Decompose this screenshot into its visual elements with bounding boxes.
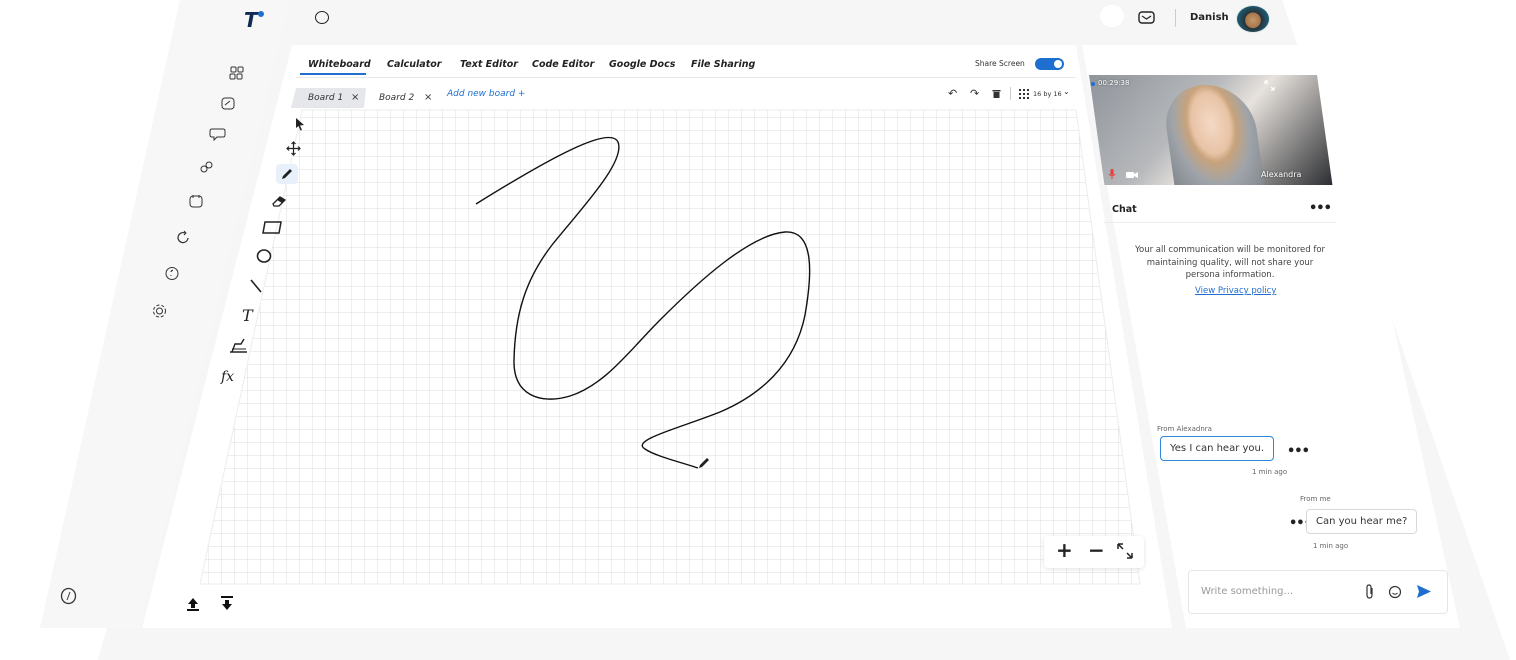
logout-icon[interactable] [59, 587, 78, 605]
board-label: Board 2 [379, 93, 415, 103]
message-time: 1 min ago [1313, 542, 1349, 550]
tab-label: Calculator [387, 59, 442, 70]
message-time: 1 min ago [1252, 468, 1288, 476]
app-logo[interactable]: T [244, 8, 264, 32]
user-name[interactable]: Danish [1190, 12, 1229, 23]
help-icon[interactable] [164, 266, 180, 281]
move-icon[interactable] [286, 141, 301, 156]
logo-letter: T [244, 8, 258, 32]
attachment-icon[interactable] [1365, 584, 1375, 599]
pen-cursor-icon [699, 458, 709, 468]
message-sender: From me [1300, 495, 1331, 503]
zoom-out-button[interactable]: − [1088, 538, 1105, 562]
share-screen-toggle[interactable] [1035, 58, 1064, 70]
expand-icon[interactable] [1264, 80, 1275, 91]
toggle-knob [1054, 60, 1062, 68]
tab-label: Code Editor [532, 59, 595, 70]
settings-icon[interactable] [151, 303, 168, 319]
message-bubble: Can you hear me? [1306, 509, 1418, 534]
video-panel[interactable] [1089, 75, 1333, 185]
message-sender: From Alexadnra [1157, 425, 1212, 433]
board-label: Board 1 [308, 93, 344, 103]
chat-title: Chat [1112, 204, 1137, 215]
fit-screen-icon[interactable] [1117, 543, 1133, 559]
close-icon[interactable]: × [424, 92, 432, 103]
graph-icon[interactable] [229, 338, 249, 354]
mail-icon[interactable] [1138, 11, 1155, 24]
eraser-icon[interactable] [271, 194, 288, 208]
share-screen-label: Share Screen [975, 59, 1025, 68]
trash-icon[interactable] [992, 89, 1001, 99]
tab-label: Whiteboard [308, 59, 371, 70]
download-icon[interactable] [220, 595, 234, 611]
line-icon[interactable] [249, 278, 263, 294]
tab-label: File Sharing [691, 59, 756, 70]
zoom-in-button[interactable]: + [1056, 538, 1073, 562]
text-icon[interactable]: T [242, 306, 253, 325]
camera-icon[interactable] [1126, 171, 1138, 179]
privacy-policy-link[interactable]: View Privacy policy [1195, 286, 1276, 296]
function-icon[interactable]: fx [221, 369, 234, 385]
freehand-stroke [475, 136, 811, 469]
header-divider [1175, 9, 1176, 27]
call-timer: 00:29:38 [1098, 79, 1130, 87]
toolbar-divider [1010, 87, 1011, 100]
whiteboard-canvas[interactable] [300, 110, 1080, 590]
chat-input[interactable]: Write something... [1201, 586, 1293, 597]
upload-icon[interactable] [186, 596, 200, 612]
chat-icon[interactable] [209, 127, 227, 142]
close-icon[interactable]: × [351, 92, 359, 103]
dot-icon [1100, 5, 1124, 27]
logo-dot [257, 11, 264, 17]
calendar-icon[interactable] [188, 194, 204, 209]
grid-icon[interactable] [1019, 89, 1029, 99]
emoji-icon[interactable] [1388, 585, 1402, 599]
active-tab-indicator [300, 73, 366, 75]
send-icon[interactable] [1416, 584, 1432, 599]
tab-label: Text Editor [460, 59, 518, 70]
recording-dot [1091, 82, 1095, 86]
message-bubble: Yes I can hear you. [1160, 436, 1275, 461]
users-icon[interactable] [199, 160, 215, 174]
pen-icon[interactable] [280, 167, 294, 181]
add-board-button[interactable]: Add new board + [447, 89, 525, 99]
whiteboard-icon[interactable] [220, 97, 236, 111]
tab-label: Google Docs [609, 59, 676, 70]
circle-tool-icon[interactable] [255, 248, 273, 264]
participant-video [1160, 85, 1266, 185]
grid-size-select[interactable]: 16 by 16 [1033, 90, 1062, 98]
mic-off-icon[interactable] [1108, 168, 1116, 179]
redo-icon[interactable]: ↷ [970, 87, 979, 100]
chevron-down-icon[interactable]: ⌄ [1063, 87, 1070, 96]
rectangle-icon[interactable] [262, 221, 282, 235]
chat-more-icon[interactable]: ••• [1309, 202, 1332, 215]
app-shell: T Danish Whiteboard Calculator Text Edit… [0, 0, 1516, 660]
apps-icon[interactable] [229, 66, 245, 80]
refresh-icon[interactable] [176, 230, 191, 245]
undo-icon[interactable]: ↶ [948, 87, 957, 100]
chat-header-divider [1104, 222, 1336, 223]
chat-notice: Your all communication will be monitored… [1134, 245, 1326, 280]
avatar[interactable] [1236, 5, 1270, 33]
message-more-icon[interactable]: ••• [1287, 445, 1310, 458]
circle-icon[interactable] [315, 11, 329, 24]
tabs-divider [296, 77, 1076, 78]
participant-name: Alexandra [1261, 170, 1302, 179]
